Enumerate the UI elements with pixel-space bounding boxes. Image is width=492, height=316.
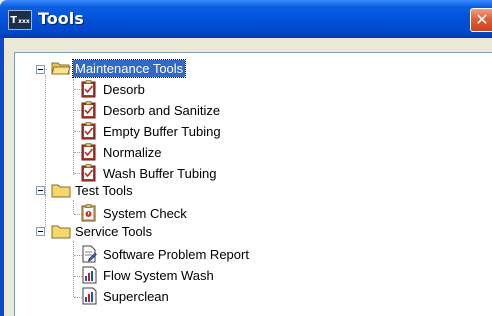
clipboard-check-icon: [81, 122, 96, 140]
tools-window: Txxx Tools ✕ Maintenance Tools Desorb De…: [0, 0, 492, 316]
tree-item-empty-buffer-tubing[interactable]: Empty Buffer Tubing: [101, 123, 223, 140]
tree-group-test-tools[interactable]: Test Tools: [73, 182, 135, 199]
tree-connector: [73, 79, 74, 175]
open-folder-icon: [51, 62, 71, 75]
bar-chart-icon: [82, 266, 97, 284]
tree-item-flow-system-wash[interactable]: Flow System Wash: [101, 267, 216, 284]
clipboard-check-icon: [81, 80, 96, 98]
expand-collapse-toggle[interactable]: [36, 65, 45, 74]
tree-item-software-problem-report[interactable]: Software Problem Report: [101, 246, 251, 263]
close-icon: ✕: [475, 10, 489, 29]
tree-item-desorb-and-sanitize[interactable]: Desorb and Sanitize: [101, 102, 222, 119]
bar-chart-icon: [82, 287, 97, 305]
tree-connector: [73, 241, 74, 297]
expand-collapse-toggle[interactable]: [36, 186, 45, 195]
folder-icon: [51, 184, 71, 198]
tree-item-desorb[interactable]: Desorb: [101, 81, 147, 98]
tree-connector: [45, 195, 46, 227]
tree-item-superclean[interactable]: Superclean: [101, 288, 171, 305]
tree-item-wash-buffer-tubing[interactable]: Wash Buffer Tubing: [101, 165, 218, 182]
tree-group-maintenance-tools[interactable]: Maintenance Tools: [71, 59, 187, 78]
document-edit-icon: [82, 245, 97, 263]
clipboard-check-icon: [81, 101, 96, 119]
folder-icon: [51, 225, 71, 239]
tree-item-normalize[interactable]: Normalize: [101, 144, 164, 161]
tree-connector: [45, 75, 46, 215]
window-title: Tools: [38, 9, 84, 28]
clipboard-alert-icon: [81, 204, 96, 222]
tree-group-service-tools[interactable]: Service Tools: [73, 223, 154, 240]
title-bar[interactable]: Txxx Tools ✕: [0, 0, 492, 38]
expand-collapse-toggle[interactable]: [36, 227, 45, 236]
tools-tree[interactable]: Maintenance Tools Desorb Desorb and Sani…: [14, 52, 492, 316]
window-frame: [0, 38, 4, 316]
clipboard-check-icon: [81, 143, 96, 161]
app-icon: Txxx: [8, 10, 32, 30]
tree-connector: [73, 200, 74, 214]
clipboard-check-icon: [81, 164, 96, 182]
close-button[interactable]: ✕: [470, 8, 492, 32]
tree-item-system-check[interactable]: System Check: [101, 205, 189, 222]
